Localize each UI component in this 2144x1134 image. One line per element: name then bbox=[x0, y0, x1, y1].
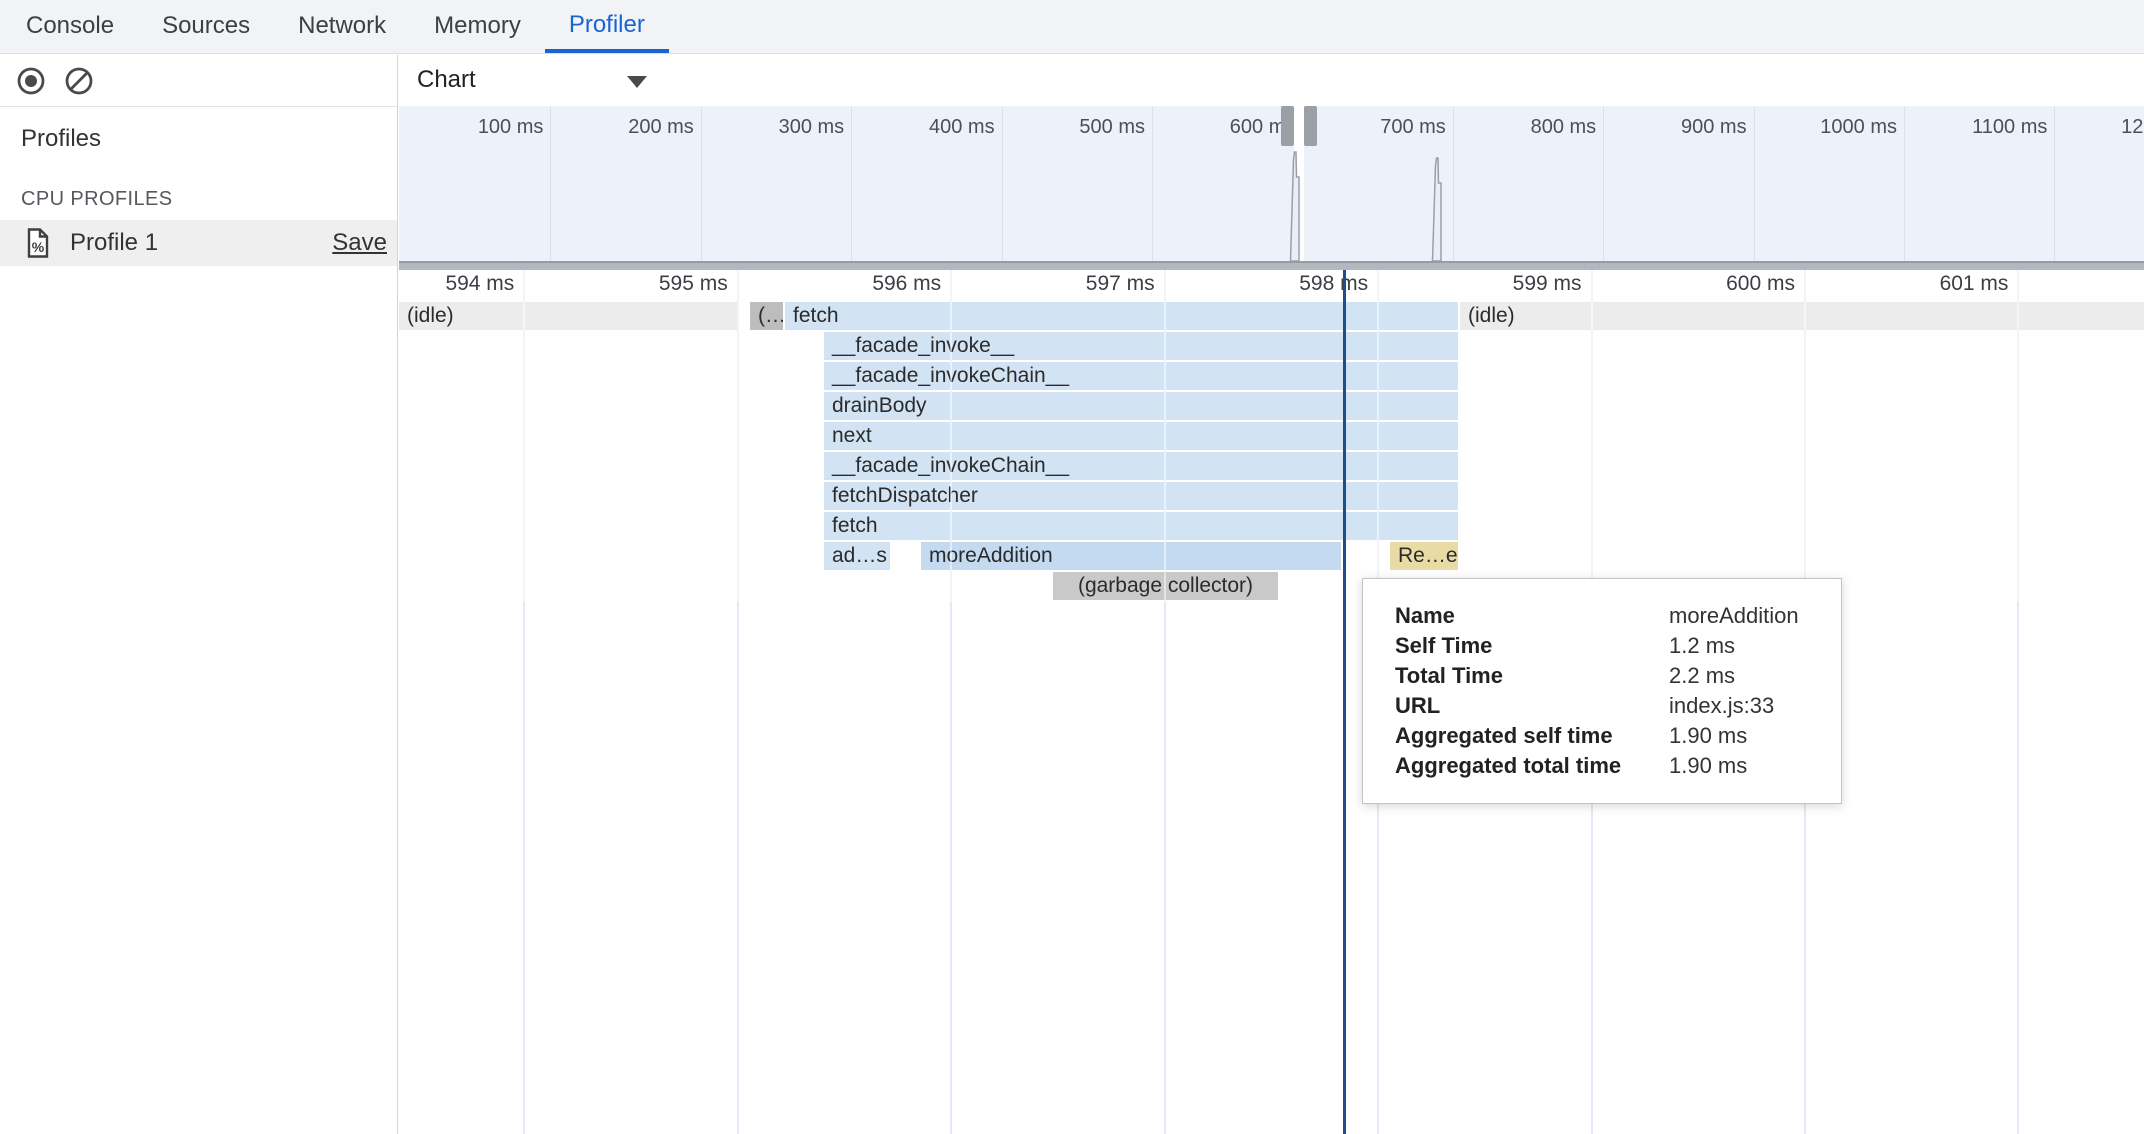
playhead-cursor-line bbox=[1343, 270, 1346, 1134]
tooltip-row-label: Aggregated total time bbox=[1395, 751, 1669, 781]
clear-icon bbox=[63, 65, 95, 97]
flame-bar--[interactable]: (… bbox=[750, 302, 783, 330]
tab-console[interactable]: Console bbox=[2, 0, 138, 53]
ruler-tick-label: 600 ms bbox=[1625, 272, 1795, 298]
cpu-activity-spikes bbox=[399, 106, 2144, 261]
tooltip-row-label: Aggregated self time bbox=[1395, 721, 1669, 751]
tooltip-row-label: URL bbox=[1395, 691, 1669, 721]
tooltip-row: Aggregated self time1.90 ms bbox=[1395, 721, 1841, 751]
flame-bar-ad-s[interactable]: ad…s bbox=[824, 542, 890, 570]
ruler-tick-label: 601 ms bbox=[1838, 272, 2008, 298]
overview-divider-strip bbox=[399, 261, 2144, 270]
profiler-main-panel: Chart 100 ms200 ms300 ms400 ms500 ms600 … bbox=[399, 55, 2144, 1134]
flame-bar--idle-[interactable]: (idle) bbox=[399, 302, 737, 330]
tooltip-row: NamemoreAddition bbox=[1395, 601, 1841, 631]
profile-document-icon: % bbox=[26, 228, 50, 263]
flame-chart[interactable]: 594 ms595 ms596 ms597 ms598 ms599 ms600 … bbox=[399, 270, 2144, 1134]
timeline-overview[interactable]: 100 ms200 ms300 ms400 ms500 ms600 ms700 … bbox=[399, 106, 2144, 261]
tooltip-row-value: moreAddition bbox=[1669, 601, 1841, 631]
cpu-activity-spike bbox=[1433, 158, 1442, 261]
svg-text:%: % bbox=[32, 239, 45, 255]
ruler-tick-label: 594 ms bbox=[399, 272, 514, 298]
tooltip-row-value: 1.2 ms bbox=[1669, 631, 1841, 661]
timeline-gridline-overlay bbox=[1377, 270, 1379, 602]
tab-memory[interactable]: Memory bbox=[410, 0, 545, 53]
flame-bar-drainbody[interactable]: drainBody bbox=[824, 392, 1458, 420]
timeline-gridline-overlay bbox=[737, 270, 739, 602]
timeline-gridline-overlay bbox=[950, 270, 952, 602]
flame-bar-re-e[interactable]: Re…e bbox=[1390, 542, 1458, 570]
profiles-heading: Profiles bbox=[21, 125, 101, 153]
timeline-gridline-overlay bbox=[1804, 270, 1806, 602]
tooltip-row-value: 1.90 ms bbox=[1669, 721, 1841, 751]
tooltip-row-value: 1.90 ms bbox=[1669, 751, 1841, 781]
cpu-profiles-section-heading: CPU PROFILES bbox=[21, 188, 173, 211]
sidebar-item-profile-1[interactable]: % Profile 1 Save bbox=[0, 220, 397, 266]
tooltip-row: Total Time2.2 ms bbox=[1395, 661, 1841, 691]
flame-bar-next[interactable]: next bbox=[824, 422, 1458, 450]
frame-details-tooltip: NamemoreAdditionSelf Time1.2 msTotal Tim… bbox=[1362, 578, 1842, 804]
flame-bar--facade-invoke-[interactable]: __facade_invoke__ bbox=[824, 332, 1458, 360]
timeline-gridline-overlay bbox=[2017, 270, 2019, 602]
tooltip-row-label: Name bbox=[1395, 601, 1669, 631]
ruler-tick-label: 595 ms bbox=[558, 272, 728, 298]
flame-bar--facade-invokechain-[interactable]: __facade_invokeChain__ bbox=[824, 362, 1458, 390]
tab-sources[interactable]: Sources bbox=[138, 0, 274, 53]
tooltip-row: URLindex.js:33 bbox=[1395, 691, 1841, 721]
flame-bar-fetchdispatcher[interactable]: fetchDispatcher bbox=[824, 482, 1458, 510]
cpu-activity-spike bbox=[1291, 152, 1300, 261]
view-mode-dropdown[interactable]: Chart bbox=[399, 55, 679, 105]
ruler-tick-label: 599 ms bbox=[1412, 272, 1582, 298]
timeline-gridline-overlay bbox=[1164, 270, 1166, 602]
main-toolbar: Chart bbox=[399, 55, 2144, 107]
timeline-gridline-overlay bbox=[523, 270, 525, 602]
sidebar-toolbar bbox=[0, 55, 397, 107]
tooltip-row-value: 2.2 ms bbox=[1669, 661, 1841, 691]
profiler-sidebar: Profiles CPU PROFILES % Profile 1 Save bbox=[0, 55, 398, 1134]
flame-bar-fetch[interactable]: fetch bbox=[785, 302, 1458, 330]
devtools-tab-bar: ConsoleSourcesNetworkMemoryProfiler bbox=[0, 0, 2144, 54]
flame-bar-fetch[interactable]: fetch bbox=[824, 512, 1458, 540]
save-profile-link[interactable]: Save bbox=[332, 220, 387, 266]
tooltip-row: Aggregated total time1.90 ms bbox=[1395, 751, 1841, 781]
tooltip-row: Self Time1.2 ms bbox=[1395, 631, 1841, 661]
record-icon bbox=[15, 65, 47, 97]
chevron-down-icon bbox=[627, 76, 647, 88]
tooltip-row-label: Self Time bbox=[1395, 631, 1669, 661]
flame-bar-moreaddition[interactable]: moreAddition bbox=[921, 542, 1341, 570]
profile-name-label: Profile 1 bbox=[70, 220, 158, 266]
timeline-gridline-overlay bbox=[1591, 270, 1593, 602]
flame-bar--idle-[interactable]: (idle) bbox=[1460, 302, 2144, 330]
tab-profiler[interactable]: Profiler bbox=[545, 0, 669, 53]
view-mode-value: Chart bbox=[417, 55, 476, 105]
ruler-tick-label: 596 ms bbox=[771, 272, 941, 298]
tooltip-row-label: Total Time bbox=[1395, 661, 1669, 691]
clear-profiles-button[interactable] bbox=[63, 65, 95, 97]
devtools-profiler-panel: ConsoleSourcesNetworkMemoryProfiler Prof… bbox=[0, 0, 2144, 1134]
ruler-tick-label: 597 ms bbox=[985, 272, 1155, 298]
flame-bar--facade-invokechain-[interactable]: __facade_invokeChain__ bbox=[824, 452, 1458, 480]
tab-network[interactable]: Network bbox=[274, 0, 410, 53]
record-profile-button[interactable] bbox=[15, 65, 47, 97]
tooltip-row-value: index.js:33 bbox=[1669, 691, 1841, 721]
